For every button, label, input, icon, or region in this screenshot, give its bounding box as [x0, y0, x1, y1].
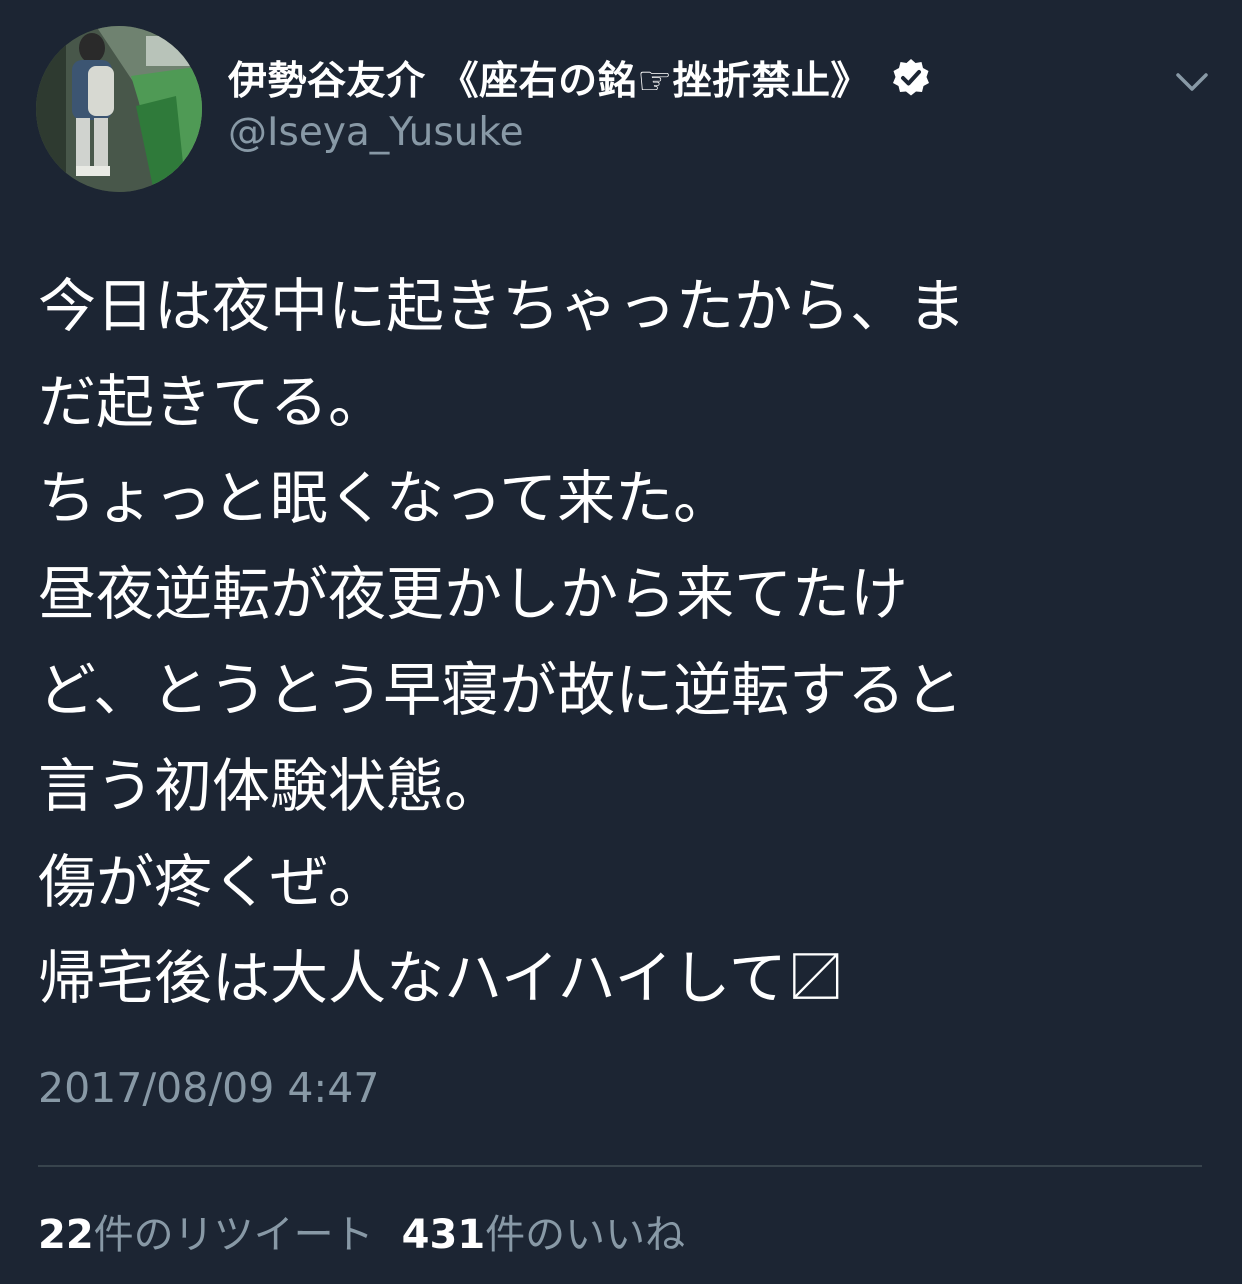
- likes-label: 件のいいね: [485, 1212, 686, 1258]
- tweet-timestamp[interactable]: 2017/08/09 4:47: [38, 1064, 379, 1112]
- divider: [38, 1165, 1202, 1167]
- tweet-text: 今日は夜中に起きちゃったから、ま だ起きてる。 ちょっと眠くなって来た。 昼夜逆…: [38, 272, 967, 1012]
- verified-badge-icon: [890, 57, 932, 99]
- retweets-count: 22: [38, 1212, 94, 1258]
- retweets-label: 件のリツイート: [93, 1212, 374, 1258]
- avatar[interactable]: [36, 26, 202, 192]
- user-handle[interactable]: @Iseya_Yusuke: [228, 110, 932, 155]
- retweets-stat[interactable]: 22 件のリツイート: [38, 1202, 374, 1260]
- likes-stat[interactable]: 431 件のいいね: [402, 1202, 686, 1260]
- likes-count: 431: [401, 1212, 486, 1258]
- tweet-stats: 22 件のリツイート 431 件のいいね: [38, 1202, 685, 1260]
- chevron-down-icon[interactable]: [1172, 62, 1212, 102]
- profile-photo-icon: [36, 26, 202, 192]
- display-name[interactable]: 伊勢谷友介 《座右の銘☞挫折禁止》: [228, 50, 870, 106]
